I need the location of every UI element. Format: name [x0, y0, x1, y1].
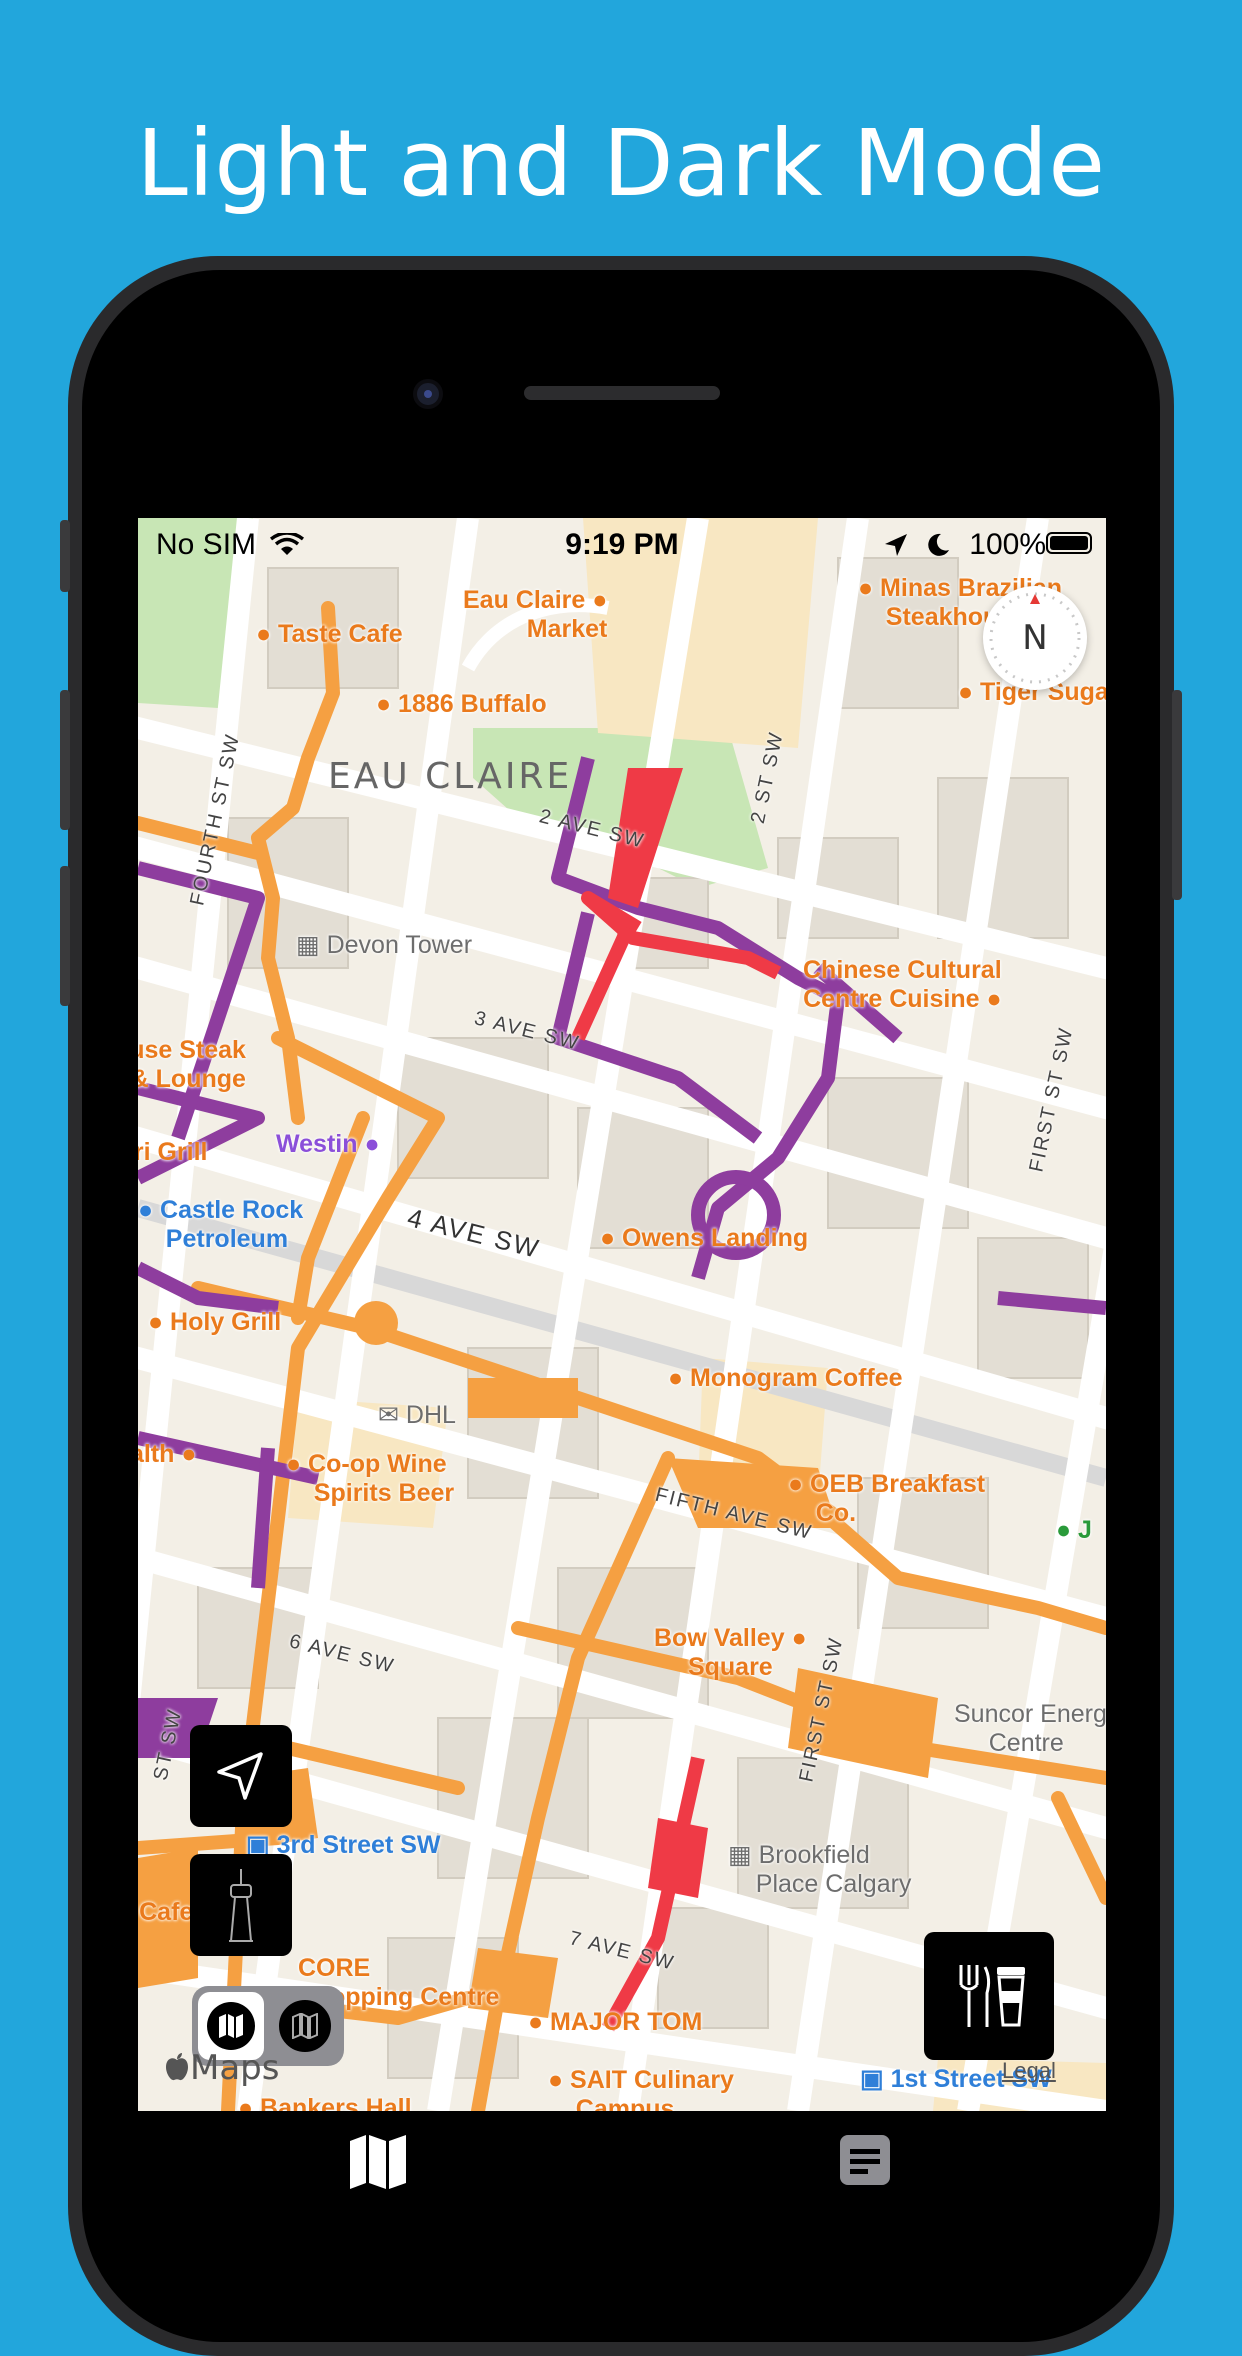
poi-holy-grill[interactable]: ● Holy Grill	[148, 1308, 281, 1337]
plus15-hub	[468, 1378, 578, 1418]
calgary-tower-icon	[229, 1869, 253, 1942]
tab-list[interactable]	[838, 2133, 898, 2193]
volume-down-button	[60, 866, 70, 1006]
plus15-red-hub	[648, 1818, 708, 1898]
poi-westin[interactable]: Westin ●	[276, 1130, 380, 1159]
volume-up-button	[60, 690, 70, 830]
front-camera	[413, 379, 443, 409]
location-arrow-icon	[217, 1752, 263, 1800]
list-icon	[840, 2135, 890, 2185]
poi-coop-wine[interactable]: ● Co-op Wine Spirits Beer	[286, 1450, 454, 1508]
map-icon	[350, 2135, 406, 2189]
app-screen: 2 AVE SW 3 AVE SW 4 AVE SW FIFTH AVE SW …	[138, 518, 1106, 2111]
apple-maps-attribution: Maps	[164, 2048, 279, 2088]
plus15-purple-path	[997, 1291, 1106, 1315]
poi-bow-valley[interactable]: Bow Valley ● Square	[654, 1624, 807, 1682]
map-icon	[219, 2014, 243, 2038]
do-not-disturb-icon	[928, 533, 949, 556]
poi-bankers-hall[interactable]: ● Bankers Hall	[238, 2094, 412, 2111]
apple-logo-icon	[166, 2053, 188, 2081]
status-bar: No SIM 9:19 PM 100%	[138, 518, 1106, 568]
status-right: 100%	[883, 528, 1046, 562]
compass-button[interactable]: N	[983, 586, 1087, 690]
plus15-junction	[354, 1301, 398, 1345]
poi-brookfield[interactable]: ▦ Brookfield Place Calgary	[728, 1840, 911, 1899]
earpiece-speaker	[524, 386, 720, 400]
map-icon	[292, 2013, 318, 2039]
battery-icon	[1046, 532, 1092, 554]
poi-eau-claire-market[interactable]: Eau Claire ● Market	[463, 586, 607, 644]
poi-j[interactable]: ● J	[1056, 1516, 1092, 1545]
poi-major-tom[interactable]: ● MAJOR TOM	[528, 2008, 702, 2037]
poi-dhl[interactable]: ✉ DHL	[378, 1400, 456, 1430]
food-drink-button[interactable]	[924, 1932, 1054, 2060]
poi-devon-tower[interactable]: ▦ Devon Tower	[296, 930, 472, 960]
poi-monogram-coffee[interactable]: ● Monogram Coffee	[668, 1364, 903, 1393]
poi-chinese-cultural[interactable]: Chinese Cultural Centre Cuisine ●	[803, 956, 1002, 1014]
plus15-purple-path	[251, 1447, 275, 1589]
poi-oeb-breakfast[interactable]: ● OEB Breakfast Co.	[788, 1470, 985, 1528]
poi-grill[interactable]: Anejo Gri Grill	[138, 1138, 207, 1167]
food-drink-icon	[959, 1965, 1025, 2027]
poi-cafe[interactable]: Cafe Cafe	[138, 1898, 193, 1927]
poi-taste-cafe[interactable]: ● Taste Cafe	[256, 620, 403, 649]
mute-switch	[60, 520, 70, 592]
battery-percent: 100%	[969, 528, 1046, 561]
poi-suncor[interactable]: Suncor Energy Centre	[954, 1700, 1106, 1758]
tower-button[interactable]	[190, 1854, 292, 1956]
poi-health[interactable]: Health ●	[138, 1440, 196, 1469]
poi-castle-rock[interactable]: ● Castle Rock Petroleum	[138, 1196, 303, 1254]
poi-owens-landing[interactable]: ● Owens Landing	[600, 1224, 808, 1253]
locate-button[interactable]	[190, 1725, 292, 1827]
location-services-icon	[884, 534, 907, 556]
tab-bar	[138, 2111, 1106, 2208]
power-button	[1172, 690, 1182, 900]
legal-link[interactable]: Legal	[1002, 2058, 1056, 2084]
compass-north-label: N	[1022, 618, 1048, 658]
poi-1886-buffalo[interactable]: ● 1886 Buffalo	[376, 690, 547, 719]
headline: Light and Dark Mode	[136, 110, 1106, 217]
district-label: EAU CLAIRE	[328, 756, 573, 797]
dark-map-option[interactable]	[272, 1992, 338, 2060]
tab-map[interactable]	[348, 2133, 408, 2193]
poi-sait-culinary[interactable]: ● SAIT Culinary Campus	[548, 2066, 734, 2111]
poi-steak-lounge[interactable]: Vintage Chophouse SteakBar & Lounge	[138, 1036, 246, 1094]
